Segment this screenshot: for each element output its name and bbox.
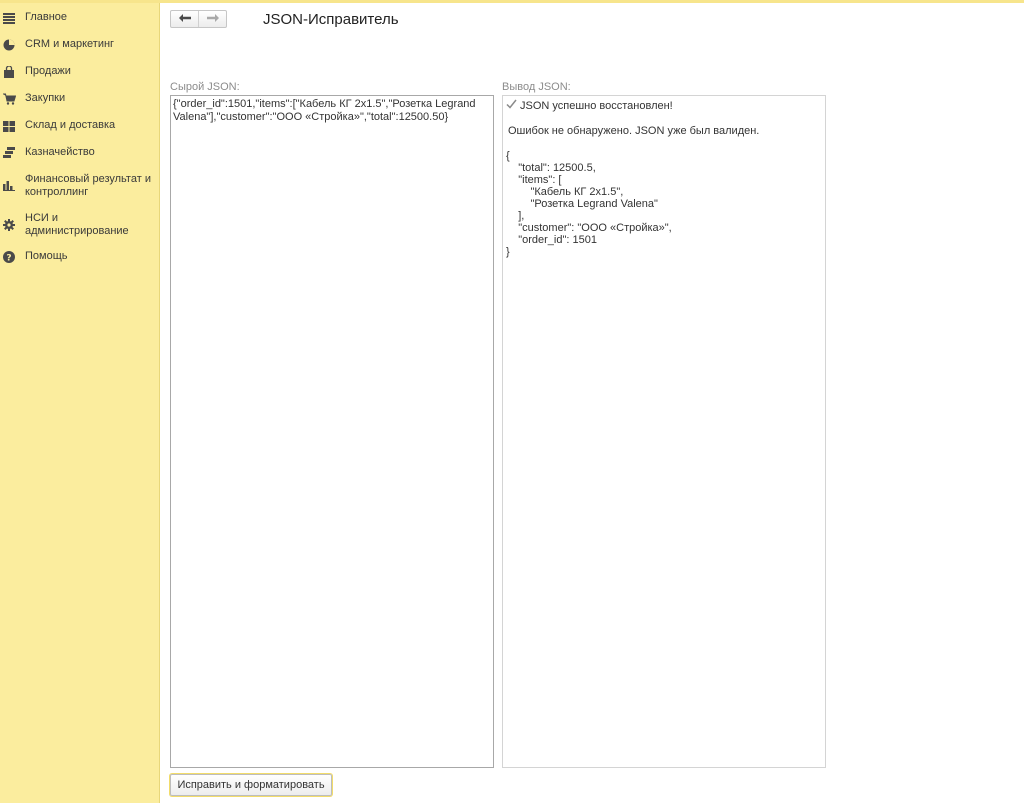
bar-chart-icon (2, 179, 16, 193)
formatted-json: { "total": 12500.5, "items": [ "Кабель К… (506, 150, 672, 258)
sidebar-item-label: Казначейство (25, 146, 95, 158)
result-message: Ошибок не обнаружено. JSON уже был валид… (508, 125, 760, 137)
help-circle-icon: ? (2, 250, 16, 264)
sidebar-item-warehouse[interactable]: Склад и доставка (0, 119, 159, 133)
sidebar-item-label: НСИ и администрирование (25, 212, 129, 237)
back-button[interactable] (171, 11, 198, 27)
arrow-left-icon (178, 13, 191, 25)
sidebar-item-purchases[interactable]: Закупки (0, 92, 159, 106)
sidebar-item-label: CRM и маркетинг (25, 38, 115, 50)
warehouse-grid-icon (2, 119, 16, 133)
output-json-label: Вывод JSON: (502, 81, 571, 93)
sidebar-item-crm[interactable]: CRM и маркетинг (0, 38, 159, 52)
sidebar-item-label: Помощь (25, 250, 68, 262)
sidebar-item-treasury[interactable]: Казначейство (0, 146, 159, 160)
sidebar-item-help[interactable]: ? Помощь (0, 250, 159, 264)
sidebar-item-nsi-admin[interactable]: НСИ и администрирование (0, 212, 159, 238)
output-json-panel: JSON успешно восстановлен! Ошибок не обн… (502, 95, 826, 768)
pie-chart-icon (2, 38, 16, 52)
menu-lines-icon (2, 11, 16, 25)
forward-button[interactable] (198, 11, 226, 27)
sidebar-item-main[interactable]: Главное (0, 11, 159, 25)
sidebar-item-label: Главное (25, 11, 68, 23)
gear-icon (2, 218, 16, 232)
shopping-bag-icon (2, 65, 16, 79)
sidebar: Главное CRM и маркетинг Продажи Закупки … (0, 3, 160, 803)
status-line: JSON успешно восстановлен! (506, 99, 822, 112)
navigation-buttons (170, 10, 227, 28)
arrow-right-icon (206, 13, 219, 25)
sidebar-item-label: Склад и доставка (25, 119, 116, 131)
sidebar-item-finance[interactable]: Финансовый результат и контроллинг (0, 173, 159, 199)
coins-stack-icon (2, 146, 16, 160)
sidebar-item-sales[interactable]: Продажи (0, 65, 159, 79)
raw-json-input[interactable]: {"order_id":1501,"items":["Кабель КГ 2x1… (170, 95, 494, 768)
check-icon (506, 99, 520, 112)
sidebar-item-label: Продажи (25, 65, 71, 77)
shopping-cart-icon (2, 92, 16, 106)
fix-format-button[interactable]: Исправить и форматировать (170, 774, 332, 796)
main-content: JSON-Исправитель Сырой JSON: {"order_id"… (160, 3, 1024, 803)
svg-text:?: ? (6, 254, 11, 264)
sidebar-item-label: Финансовый результат и контроллинг (25, 173, 151, 198)
raw-json-label: Сырой JSON: (170, 81, 240, 93)
status-text: JSON успешно восстановлен! (520, 99, 673, 112)
page-title: JSON-Исправитель (263, 11, 399, 28)
sidebar-item-label: Закупки (25, 92, 66, 104)
